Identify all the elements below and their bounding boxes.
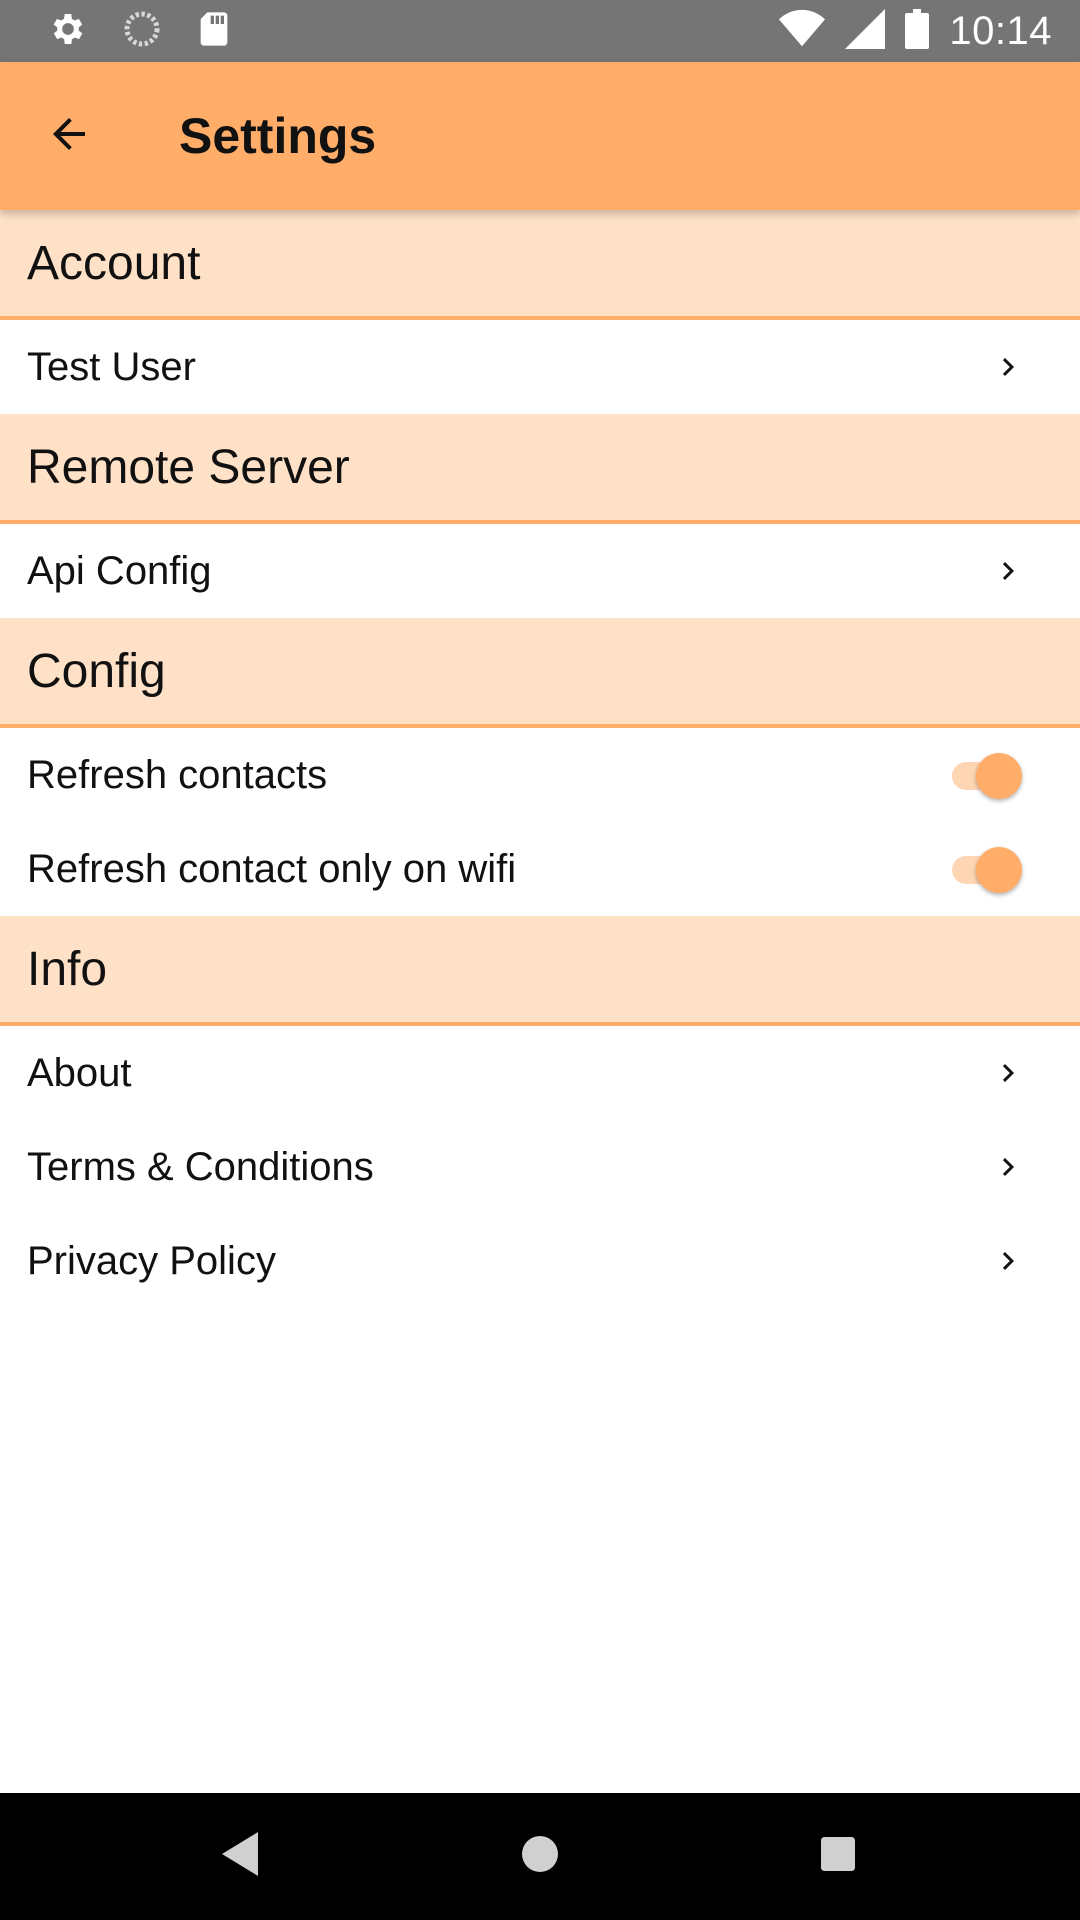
chevron-right-icon <box>990 349 1026 385</box>
toggle-thumb <box>976 847 1022 893</box>
section-header-remote-server: Remote Server <box>0 414 1080 524</box>
settings-item-refresh-wifi-only: Refresh contact only on wifi <box>0 822 1080 916</box>
settings-item-refresh-contacts: Refresh contacts <box>0 728 1080 822</box>
toggle-thumb <box>976 753 1022 799</box>
app-bar: Settings <box>0 62 1080 210</box>
cell-signal-icon <box>845 8 886 54</box>
system-nav-bar <box>0 1793 1080 1920</box>
settings-item-label: About <box>27 1050 132 1095</box>
settings-item-api-config[interactable]: Api Config <box>0 524 1080 618</box>
refresh-wifi-only-toggle[interactable] <box>952 844 1026 894</box>
status-time: 10:14 <box>949 8 1052 53</box>
nav-recents-icon <box>821 1837 855 1876</box>
settings-item-label: Refresh contact only on wifi <box>27 846 517 891</box>
loading-circle-icon <box>122 9 162 54</box>
nav-back-button[interactable] <box>202 1817 282 1897</box>
section-header-config: Config <box>0 618 1080 728</box>
status-right-icons: 10:14 <box>759 8 1052 54</box>
gear-icon <box>48 9 88 54</box>
battery-icon <box>905 8 930 54</box>
back-button[interactable] <box>14 81 124 191</box>
wifi-icon <box>779 9 826 54</box>
settings-item-label: Refresh contacts <box>27 752 328 797</box>
settings-item-test-user[interactable]: Test User <box>0 320 1080 414</box>
settings-item-label: Terms & Conditions <box>27 1144 374 1189</box>
settings-item-label: Api Config <box>27 548 212 593</box>
nav-home-button[interactable] <box>500 1817 580 1897</box>
settings-item-about[interactable]: About <box>0 1026 1080 1120</box>
chevron-right-icon <box>990 1243 1026 1279</box>
settings-item-terms[interactable]: Terms & Conditions <box>0 1120 1080 1214</box>
nav-back-icon <box>222 1832 262 1881</box>
refresh-contacts-toggle[interactable] <box>952 750 1026 800</box>
section-header-account: Account <box>0 210 1080 320</box>
chevron-right-icon <box>990 1055 1026 1091</box>
status-bar: 10:14 <box>0 0 1080 62</box>
nav-recents-button[interactable] <box>798 1817 878 1897</box>
settings-item-label: Privacy Policy <box>27 1238 276 1283</box>
chevron-right-icon <box>990 553 1026 589</box>
arrow-left-icon <box>45 110 93 163</box>
chevron-right-icon <box>990 1149 1026 1185</box>
settings-item-privacy[interactable]: Privacy Policy <box>0 1214 1080 1308</box>
nav-home-icon <box>522 1836 558 1877</box>
sd-card-icon <box>196 9 232 54</box>
page-title: Settings <box>179 108 377 164</box>
section-header-info: Info <box>0 916 1080 1026</box>
settings-list: Account Test User Remote Server Api Conf… <box>0 210 1080 1308</box>
screen: 10:14 Settings Account Test User Remote … <box>0 0 1080 1920</box>
status-left-icons <box>48 9 266 54</box>
settings-item-label: Test User <box>27 344 196 389</box>
